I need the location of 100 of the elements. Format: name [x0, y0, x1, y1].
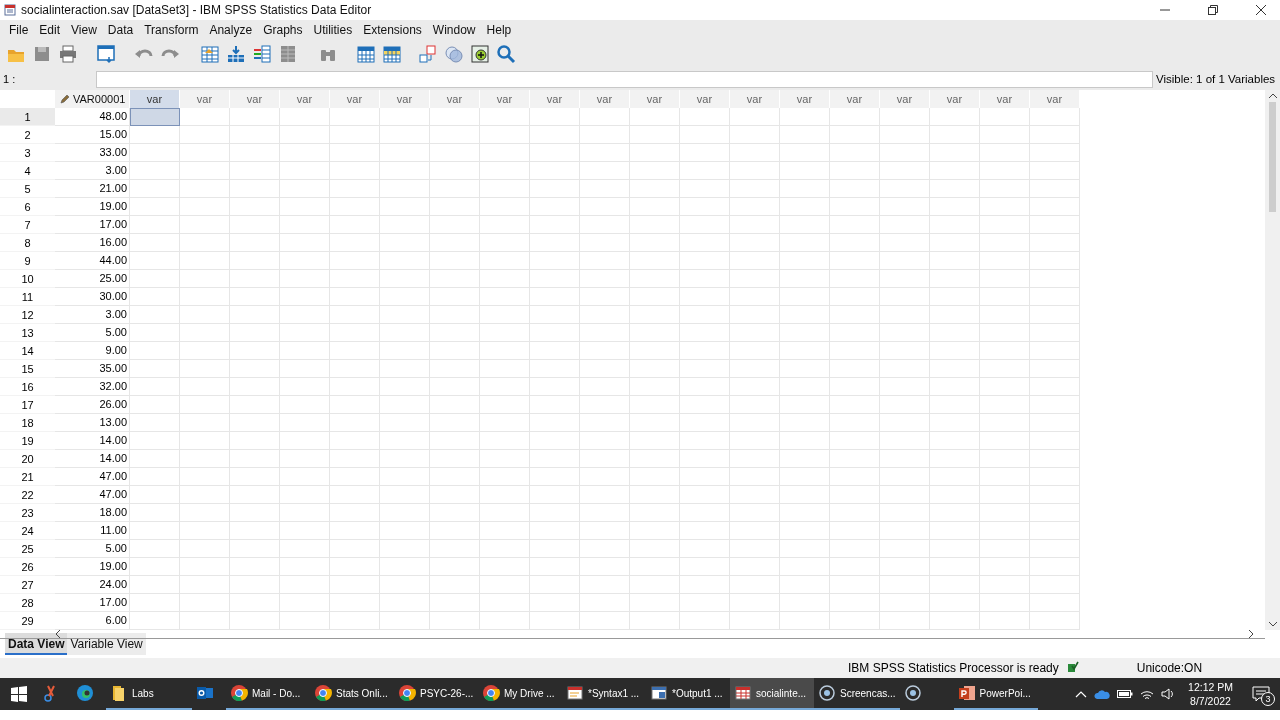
table-cell: 16.00 — [55, 234, 130, 252]
clock-time[interactable]: 12:12 PM — [1188, 680, 1233, 694]
table-cell: 44.00 — [55, 252, 130, 270]
taskbar-button[interactable]: PSYC-26-... — [394, 678, 478, 710]
sets-icon[interactable] — [444, 44, 464, 64]
table-cell: 11.00 — [55, 522, 130, 540]
pencil-icon — [60, 94, 70, 104]
menu-item[interactable]: Window — [427, 23, 482, 37]
table-cell: 3.00 — [55, 162, 130, 180]
scroll-up-icon[interactable] — [1268, 92, 1277, 98]
column-header[interactable]: var — [330, 90, 380, 108]
print-icon[interactable] — [58, 44, 78, 64]
column-header[interactable]: var — [930, 90, 980, 108]
row-number[interactable]: 1 — [0, 108, 55, 126]
value-labels-icon[interactable] — [382, 44, 402, 64]
column-header[interactable]: var — [830, 90, 880, 108]
taskbar-button[interactable]: My Drive ... — [478, 678, 562, 710]
table-cell: 47.00 — [55, 468, 130, 486]
column-header[interactable]: var — [480, 90, 530, 108]
menu-item[interactable]: Data — [102, 23, 140, 37]
column-header[interactable]: VAR00001 — [55, 90, 130, 108]
menu-item[interactable]: Graphs — [258, 23, 309, 37]
table-cell: 13.00 — [55, 414, 130, 432]
clock-date[interactable]: 8/7/2022 — [1190, 694, 1231, 708]
browser-icon — [482, 684, 500, 702]
column-header[interactable]: var — [880, 90, 930, 108]
table-cell: 24.00 — [55, 576, 130, 594]
add-icon[interactable] — [470, 44, 490, 64]
column-header[interactable]: var — [980, 90, 1030, 108]
wifi-icon[interactable] — [1140, 688, 1155, 700]
ready-check-icon — [1066, 660, 1079, 673]
column-header[interactable]: var — [280, 90, 330, 108]
taskbar-button[interactable]: PowerPoi... — [953, 678, 1038, 710]
taskbar-button[interactable]: Mail - Do... — [226, 678, 310, 710]
column-header[interactable]: var — [1030, 90, 1080, 108]
table-cell: 35.00 — [55, 360, 130, 378]
view-tab[interactable]: Variable View — [67, 633, 146, 655]
show-hidden-icons-icon[interactable] — [1075, 690, 1088, 698]
speaker-icon[interactable] — [1161, 688, 1176, 700]
table-cell: 15.00 — [55, 126, 130, 144]
split-file-icon[interactable] — [278, 44, 298, 64]
notifications-icon[interactable] — [1252, 686, 1270, 702]
table-icon[interactable] — [356, 44, 376, 64]
table-cell: 19.00 — [55, 558, 130, 576]
scroll-down-icon[interactable] — [1268, 622, 1277, 628]
taskbar-button[interactable]: Screencas... — [814, 678, 900, 710]
table-cell: 19.00 — [55, 198, 130, 216]
view-tab[interactable]: Data View — [5, 633, 68, 655]
close-icon[interactable] — [1256, 5, 1266, 15]
browser-icon — [314, 684, 332, 702]
column-header[interactable]: var — [730, 90, 780, 108]
table-cell: 33.00 — [55, 144, 130, 162]
unicode-status: Unicode:ON — [1136, 661, 1203, 675]
restore-icon[interactable] — [1208, 5, 1218, 15]
menu-item[interactable]: File — [4, 23, 35, 37]
start-icon[interactable] — [11, 686, 27, 702]
column-header[interactable]: var — [430, 90, 480, 108]
dialog-icon[interactable] — [96, 44, 116, 64]
taskbar-button[interactable]: socialinte... — [730, 678, 814, 710]
cloud-icon[interactable] — [1094, 689, 1111, 699]
table-cell: 5.00 — [55, 324, 130, 342]
window-title: socialinteraction.sav [DataSet3] - IBM SPSS Statistics Data Editor — [21, 3, 373, 17]
column-header[interactable]: var — [180, 90, 230, 108]
active-cell[interactable] — [130, 108, 180, 126]
search-icon[interactable] — [496, 44, 516, 64]
column-header[interactable]: var — [780, 90, 830, 108]
taskbar-button[interactable]: Stats Onli... — [310, 678, 394, 710]
table-cell: 14.00 — [55, 450, 130, 468]
taskbar-button[interactable]: Labs — [106, 678, 192, 710]
table-cell: 14.00 — [55, 432, 130, 450]
insert-cases-icon[interactable] — [226, 44, 246, 64]
visible-variables-count: Visible: 1 of 1 Variables — [1156, 73, 1276, 85]
table-cell: 17.00 — [55, 594, 130, 612]
menu-item[interactable]: Help — [481, 23, 518, 37]
taskbar-button[interactable]: *Syntax1 ... — [562, 678, 646, 710]
table-cell: 32.00 — [55, 378, 130, 396]
menu-item[interactable]: Utilities — [308, 23, 359, 37]
column-header[interactable]: var — [530, 90, 580, 108]
menu-item[interactable]: View — [66, 23, 103, 37]
column-header[interactable]: var — [130, 90, 180, 108]
menu-item[interactable]: Analyze — [204, 23, 259, 37]
browser-icon — [398, 684, 416, 702]
cell-value-field[interactable] — [96, 70, 1153, 88]
menu-item[interactable]: Transform — [139, 23, 205, 37]
scrollbar-thumb[interactable] — [1269, 102, 1276, 212]
column-header[interactable]: var — [380, 90, 430, 108]
save-icon[interactable] — [32, 44, 52, 64]
column-header[interactable]: var — [230, 90, 280, 108]
cell-reference: 1 : — [3, 73, 17, 85]
insert-variable-icon[interactable] — [252, 44, 272, 64]
table-cell: 3.00 — [55, 306, 130, 324]
column-header[interactable]: var — [580, 90, 630, 108]
menu-item[interactable]: Extensions — [358, 23, 428, 37]
table-cell: 9.00 — [55, 342, 130, 360]
battery-icon[interactable] — [1117, 689, 1134, 699]
menu-item[interactable]: Edit — [34, 23, 67, 37]
processor-status: IBM SPSS Statistics Processor is ready — [848, 661, 1059, 675]
column-header[interactable]: var — [680, 90, 730, 108]
column-header[interactable]: var — [630, 90, 680, 108]
record-icon — [818, 684, 836, 702]
